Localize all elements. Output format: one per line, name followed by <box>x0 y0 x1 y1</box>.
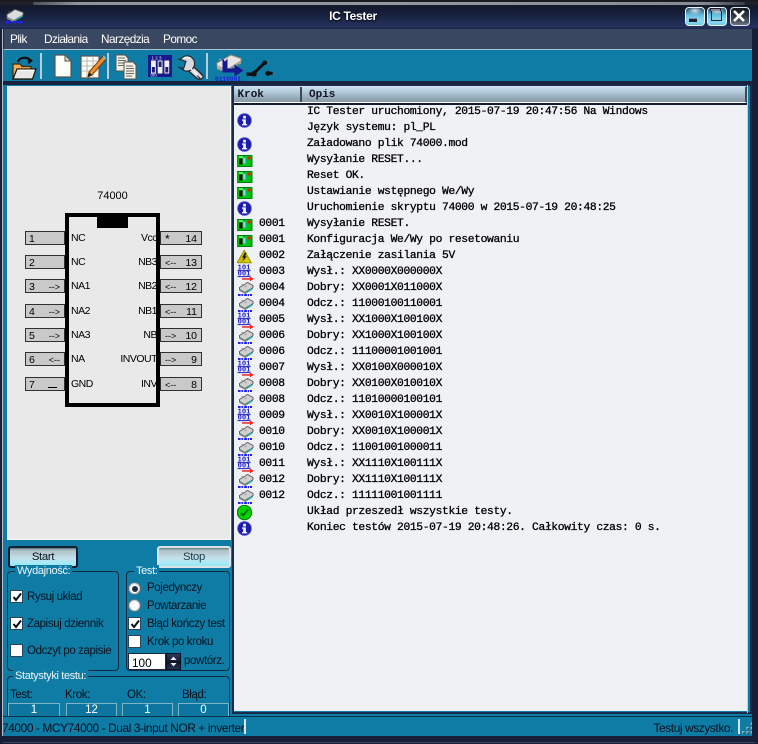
svg-text:0/0: 0/0 <box>151 73 158 78</box>
svg-text:1 2 3: 1 2 3 <box>152 56 163 61</box>
